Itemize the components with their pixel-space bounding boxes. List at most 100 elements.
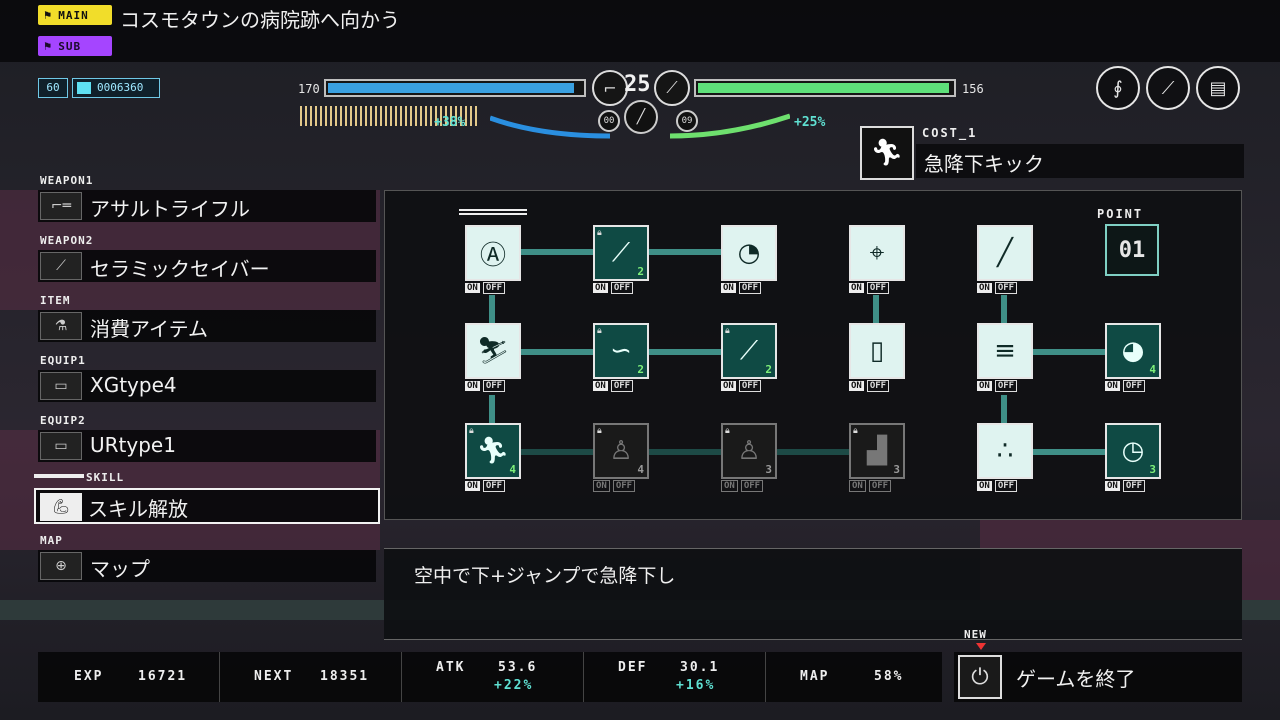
- level-indicator: 60: [38, 78, 68, 98]
- skill-node-r1c3[interactable]: ◔ ON OFF: [721, 225, 777, 294]
- money-value: 0006360: [97, 81, 144, 94]
- run-icon: 🏃︎: [476, 436, 510, 466]
- right-gauge-percent: +25%: [794, 115, 826, 130]
- skill-node-count: 2: [637, 363, 644, 376]
- on-off-toggle[interactable]: ON OFF: [721, 480, 777, 492]
- staff-icon[interactable]: ⟋: [1146, 66, 1190, 110]
- dive-kick-icon: ⛷︎: [476, 336, 510, 366]
- tree-connector: [1033, 349, 1105, 355]
- main-quest-text: コスモタウンの病院跡へ向かう: [120, 8, 400, 32]
- menu-category-item: ITEM: [40, 294, 71, 307]
- skill-node-r2c5[interactable]: ≡ ON OFF: [977, 323, 1033, 392]
- arm-icon: 💪︎: [40, 493, 82, 521]
- tree-connector: [1001, 295, 1007, 323]
- multi-shot-icon: ≡: [994, 336, 1016, 366]
- lock-icon: 🔒︎: [853, 426, 858, 436]
- skill-node-count: 3: [765, 463, 772, 476]
- skill-node-tile: ╱: [977, 225, 1033, 281]
- menu-category-equip1: EQUIP1: [40, 354, 86, 367]
- skill-node-r3c5[interactable]: ∴ ON OFF: [977, 423, 1033, 492]
- on-label: ON: [977, 381, 992, 391]
- cost-label: COST_1: [922, 126, 978, 140]
- on-off-toggle[interactable]: ON OFF: [977, 380, 1033, 392]
- off-label: OFF: [866, 282, 890, 294]
- on-off-toggle[interactable]: ON OFF: [849, 480, 905, 492]
- on-off-toggle[interactable]: ON OFF: [593, 282, 649, 294]
- menu-item-equip2[interactable]: ▭ URtype1: [38, 430, 376, 462]
- skill-node-r1c2[interactable]: ⟋ 🔒︎ 2 ON OFF: [593, 225, 649, 294]
- lock-icon: 🔒︎: [725, 426, 730, 436]
- on-label: ON: [465, 381, 480, 391]
- tree-connector: [489, 395, 495, 423]
- off-label: OFF: [994, 480, 1018, 492]
- on-off-toggle[interactable]: ON OFF: [721, 380, 777, 392]
- on-off-toggle[interactable]: ON OFF: [849, 380, 905, 392]
- skill-node-r2c4[interactable]: ▯ ON OFF: [849, 323, 905, 392]
- skill-node-r3c4[interactable]: ▟ 🔒︎ 3 ON OFF: [849, 423, 905, 492]
- on-off-toggle[interactable]: ON OFF: [1105, 380, 1161, 392]
- stat-map: MAP 58%: [766, 652, 942, 702]
- skill-node-tile: ◔: [721, 225, 777, 281]
- skill-node-tile: ⟋ 🔒︎ 2: [593, 225, 649, 281]
- skill-node-tile: ◷ 3: [1105, 423, 1161, 479]
- skill-node-tile: ∽ 🔒︎ 2: [593, 323, 649, 379]
- menu-item-label: XGtype4: [90, 373, 177, 397]
- menu-item-equip1[interactable]: ▭ XGtype4: [38, 370, 376, 402]
- crosshair-icon: ⌖: [869, 237, 885, 268]
- on-label: ON: [593, 480, 610, 492]
- menu-category-weapon2: WEAPON2: [40, 234, 94, 247]
- on-off-toggle[interactable]: ON OFF: [593, 380, 649, 392]
- menu-item-label: マップ: [90, 557, 150, 581]
- power-icon: ⏻: [958, 655, 1002, 699]
- skill-node-r3c2[interactable]: ♙ 🔒︎ 4 ON OFF: [593, 423, 649, 492]
- blade-icon: ╱: [997, 238, 1013, 268]
- selected-skill-name: 急降下キック: [924, 152, 1044, 176]
- gun-icon: ⌐: [592, 70, 628, 106]
- quest-bar: ⚑ MAIN コスモタウンの病院跡へ向かう ⚑ SUB: [0, 0, 1280, 62]
- on-off-toggle[interactable]: ON OFF: [1105, 480, 1161, 492]
- on-off-toggle[interactable]: ON OFF: [465, 480, 521, 492]
- skill-node-r2c6[interactable]: ◕ 4 ON OFF: [1105, 323, 1161, 392]
- skill-node-r2c3[interactable]: ⟋ 🔒︎ 2 ON OFF: [721, 323, 777, 392]
- menu-item-weapon1[interactable]: ⌐═ アサルトライフル: [38, 190, 376, 222]
- rifle-icon: ⌐═: [40, 192, 82, 220]
- on-label: ON: [849, 381, 864, 391]
- selected-node-frame: [459, 209, 527, 215]
- menu-item-skill[interactable]: 💪︎ スキル解放: [34, 488, 380, 524]
- skill-node-r1c4[interactable]: ⌖ ON OFF: [849, 225, 905, 294]
- on-label: ON: [721, 480, 738, 492]
- skill-node-r3c6[interactable]: ◷ 3 ON OFF: [1105, 423, 1161, 492]
- menu-item-weapon2[interactable]: ⟋ セラミックセイバー: [38, 250, 376, 282]
- on-off-toggle[interactable]: ON OFF: [977, 480, 1033, 492]
- skill-cost-box: 🏃︎ COST_1 急降下キック: [860, 126, 1244, 180]
- stat-exp-value: 16721: [138, 669, 188, 684]
- quit-game-button[interactable]: ⏻ ゲームを終了: [954, 652, 1242, 702]
- chip-icon[interactable]: ▤: [1196, 66, 1240, 110]
- off-label: OFF: [610, 282, 634, 294]
- skill-node-tile: ≡: [977, 323, 1033, 379]
- menu-item-item[interactable]: ⚗ 消費アイテム: [38, 310, 376, 342]
- whip-icon[interactable]: ∮: [1096, 66, 1140, 110]
- skill-node-r2c2[interactable]: ∽ 🔒︎ 2 ON OFF: [593, 323, 649, 392]
- crouch-icon: ▟: [867, 436, 887, 466]
- skill-node-r1c1[interactable]: Ⓐ ON OFF: [465, 225, 521, 294]
- on-off-toggle[interactable]: ON OFF: [465, 380, 521, 392]
- off-label: OFF: [482, 480, 506, 492]
- skill-node-count: 4: [1149, 363, 1156, 376]
- skill-node-r3c3[interactable]: ♙ 🔒︎ 3 ON OFF: [721, 423, 777, 492]
- tree-connector: [1033, 449, 1105, 455]
- center-level: 25: [624, 72, 651, 97]
- menu-item-map[interactable]: ⊕ マップ: [38, 550, 376, 582]
- skill-node-count: 4: [509, 463, 516, 476]
- target-a-icon: Ⓐ: [479, 240, 506, 271]
- skill-node-r2c1[interactable]: ⛷︎ ON OFF: [465, 323, 521, 392]
- on-off-toggle[interactable]: ON OFF: [593, 480, 649, 492]
- stat-atk-label: ATK: [436, 660, 466, 675]
- stat-exp-label: EXP: [74, 669, 104, 684]
- on-off-toggle[interactable]: ON OFF: [977, 282, 1033, 294]
- on-off-toggle[interactable]: ON OFF: [849, 282, 905, 294]
- on-off-toggle[interactable]: ON OFF: [721, 282, 777, 294]
- skill-node-r1c5[interactable]: ╱ ON OFF: [977, 225, 1033, 294]
- skill-node-r3c1[interactable]: 🏃︎ 🔒︎ 4 ON OFF: [465, 423, 521, 492]
- on-off-toggle[interactable]: ON OFF: [465, 282, 521, 294]
